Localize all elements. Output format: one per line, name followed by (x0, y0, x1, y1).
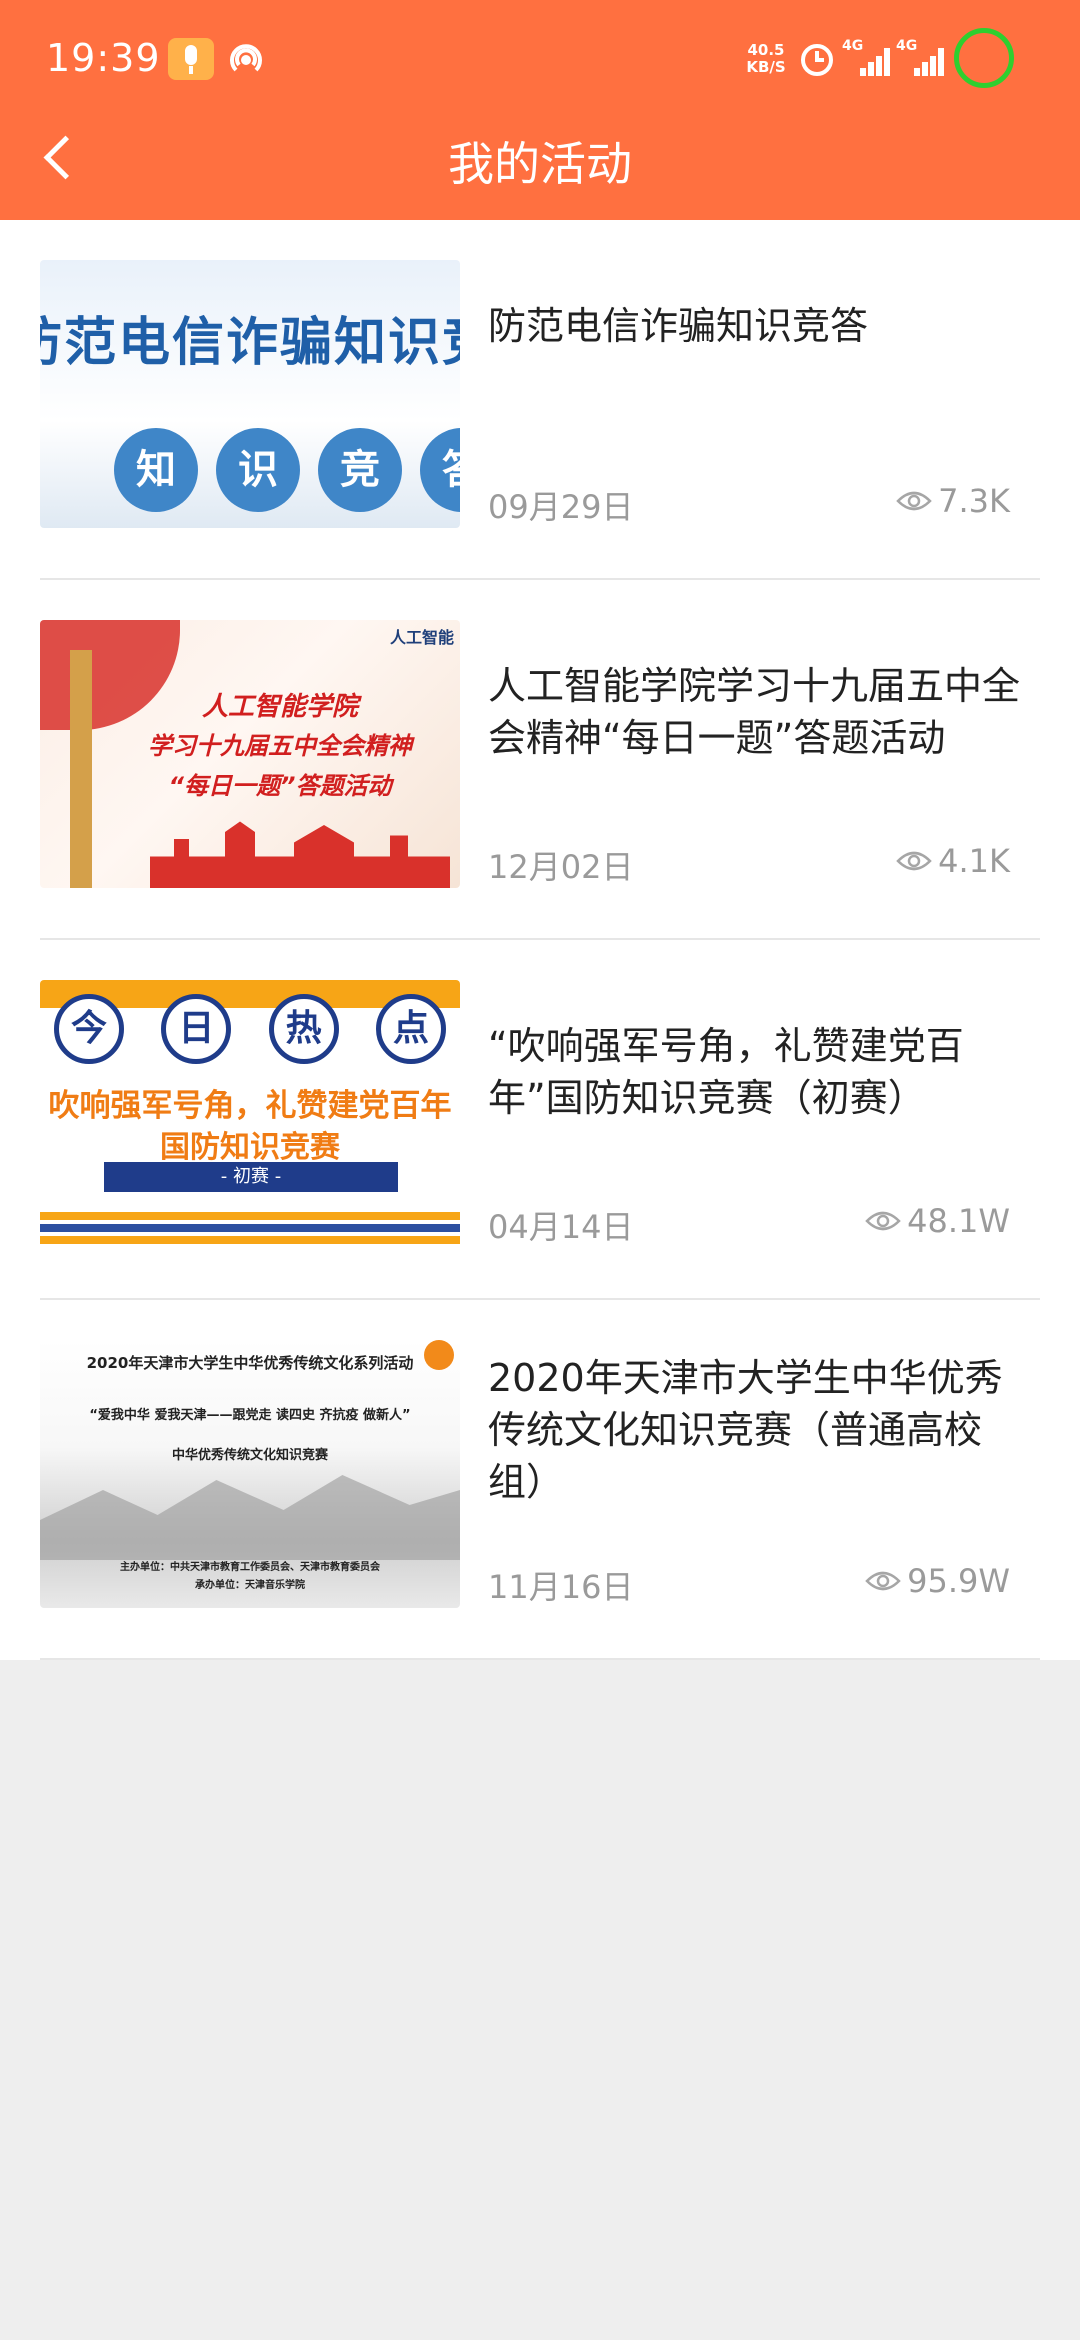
activity-date: 09月29日 (488, 488, 634, 526)
activity-thumbnail: 人工智能 人工智能学院 学习十九届五中全会精神 “每日一题”答题活动 (40, 620, 460, 888)
activity-thumbnail: 今 日 热 点 吹响强军号角，礼赞建党百年 国防知识竞赛 - 初赛 - (40, 980, 460, 1248)
status-bar: 19:39 40.5 KB/S 4G 4G (0, 0, 1080, 120)
net-speed-value: 40.5 (747, 41, 785, 59)
activity-title: “吹响强军号角，礼赞建党百年”国防知识竞赛（初赛） (488, 1024, 964, 1120)
signal-label: 4G (896, 38, 918, 54)
views-count: 95.9W (907, 1562, 1010, 1600)
battery-icon (954, 28, 1014, 88)
net-speed: 40.5 KB/S (744, 42, 788, 76)
views-count: 4.1K (938, 842, 1010, 880)
status-time: 19:39 (46, 36, 161, 80)
activity-views: 95.9W (865, 1562, 1010, 1600)
thumbnail-char: 日 (161, 994, 232, 1064)
thumbnail-text: 国防知识竞赛 (160, 1130, 340, 1165)
activity-thumbnail: 防范电信诈骗知识竞 知 识 竞 答 (40, 260, 460, 528)
thumbnail-char: 知 (114, 428, 198, 512)
thumbnail-char: 识 (216, 428, 300, 512)
thumbnail-text: “每日一题”答题活动 (168, 772, 392, 800)
thumbnail-char: 竞 (318, 428, 402, 512)
hotspot-icon (230, 44, 262, 72)
thumbnail-char: 点 (375, 994, 446, 1064)
signal-label: 4G (842, 38, 864, 54)
top-bar: 19:39 40.5 KB/S 4G 4G 我的活动 (0, 0, 1080, 220)
activity-title: 人工智能学院学习十九届五中全会精神“每日一题”答题活动 (488, 664, 1021, 760)
activity-item[interactable]: 防范电信诈骗知识竞 知 识 竞 答 防范电信诈骗知识竞答 09月29日 7.3K (40, 220, 1040, 580)
views-count: 48.1W (907, 1202, 1010, 1240)
eye-icon (896, 491, 932, 511)
activity-item[interactable]: 2020年天津市大学生中华优秀传统文化系列活动 “爱我中华 爱我天津——跟党走 … (40, 1300, 1040, 1660)
thumbnail-text: 人工智能学院 (201, 692, 358, 722)
thumbnail-text: 中华优秀传统文化知识竞赛 (171, 1448, 328, 1463)
thumbnail-char: 热 (268, 994, 339, 1064)
thumbnail-text: 2020年天津市大学生中华优秀传统文化系列活动 (86, 1354, 414, 1372)
alarm-icon (801, 44, 833, 76)
activity-list: 防范电信诈骗知识竞 知 识 竞 答 防范电信诈骗知识竞答 09月29日 7.3K… (0, 220, 1080, 1660)
eye-icon (865, 1571, 901, 1591)
views-count: 7.3K (938, 482, 1010, 520)
thumbnail-tag: - 初赛 - (104, 1162, 398, 1192)
net-speed-unit: KB/S (746, 58, 786, 76)
thumbnail-text: “爱我中华 爱我天津——跟党走 读四史 齐抗疫 做新人” (89, 1408, 411, 1423)
eye-icon (865, 1211, 901, 1231)
activity-title: 防范电信诈骗知识竞答 (488, 304, 869, 348)
activity-title: 2020年天津市大学生中华优秀传统文化知识竞赛（普通高校组） (488, 1356, 1003, 1504)
activity-date: 04月14日 (488, 1208, 634, 1246)
activity-item[interactable]: 人工智能 人工智能学院 学习十九届五中全会精神 “每日一题”答题活动 人工智能学… (40, 580, 1040, 940)
thumbnail-char: 答 (420, 428, 460, 512)
activity-views: 48.1W (865, 1202, 1010, 1240)
eye-icon (896, 851, 932, 871)
thumbnail-char: 今 (54, 994, 124, 1064)
activity-views: 7.3K (896, 482, 1010, 520)
signal-icon: 4G (896, 38, 944, 80)
page-title: 我的活动 (448, 137, 632, 191)
thumbnail-logo: 人工智能 (389, 628, 454, 647)
activity-thumbnail: 2020年天津市大学生中华优秀传统文化系列活动 “爱我中华 爱我天津——跟党走 … (40, 1340, 460, 1608)
thumbnail-text: 学习十九届五中全会精神 (148, 732, 412, 760)
activity-item[interactable]: 今 日 热 点 吹响强军号角，礼赞建党百年 国防知识竞赛 - 初赛 - “吹响强… (40, 940, 1040, 1300)
thumbnail-text: 吹响强军号角，礼赞建党百年 (48, 1088, 452, 1124)
thumbnail-banner: 防范电信诈骗知识竞 (40, 313, 460, 373)
microphone-icon (168, 38, 214, 80)
activity-date: 12月02日 (488, 848, 634, 886)
thumbnail-text: 承办单位：天津音乐学院 (195, 1580, 305, 1591)
thumbnail-text: 主办单位：中共天津市教育工作委员会、天津市教育委员会 (120, 1562, 380, 1573)
activity-date: 11月16日 (488, 1568, 634, 1606)
activity-views: 4.1K (896, 842, 1010, 880)
signal-icon: 4G (842, 38, 890, 80)
